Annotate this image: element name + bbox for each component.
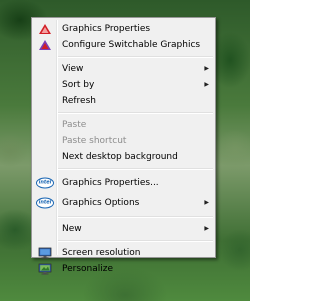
menu-item-graphics-properties-amd[interactable]: Graphics Properties: [32, 21, 215, 37]
amd-graphics-icon: [39, 24, 51, 34]
menu-item-label: Next desktop background: [62, 152, 178, 162]
menu-item-label: Paste shortcut: [62, 136, 127, 146]
monitor-icon: [38, 247, 52, 259]
menu-item-graphics-properties-intel[interactable]: intel Graphics Properties...: [32, 173, 215, 193]
menu-item-configure-switchable-graphics[interactable]: Configure Switchable Graphics: [32, 37, 215, 53]
menu-item-paste: Paste: [32, 117, 215, 133]
menu-item-screen-resolution[interactable]: Screen resolution: [32, 245, 215, 261]
menu-item-view[interactable]: View ▶: [32, 61, 215, 77]
intel-logo-icon: intel: [36, 177, 54, 189]
menu-item-label: New: [62, 224, 82, 234]
menu-item-label: View: [62, 64, 84, 74]
menu-item-personalize[interactable]: Personalize: [32, 261, 215, 277]
menu-item-refresh[interactable]: Refresh: [32, 93, 215, 109]
menu-separator: [58, 216, 213, 218]
menu-item-label: Screen resolution: [62, 248, 141, 258]
menu-item-sort-by[interactable]: Sort by ▶: [32, 77, 215, 93]
personalize-icon: [38, 263, 52, 275]
menu-separator: [58, 56, 213, 58]
menu-item-graphics-options[interactable]: intel Graphics Options ▶: [32, 193, 215, 213]
menu-item-new[interactable]: New ▶: [32, 221, 215, 237]
submenu-arrow-icon: ▶: [204, 225, 209, 232]
menu-item-label: Personalize: [62, 264, 114, 274]
menu-item-next-desktop-background[interactable]: Next desktop background: [32, 149, 215, 165]
menu-item-label: Refresh: [62, 96, 96, 106]
menu-separator: [58, 240, 213, 242]
menu-item-label: Graphics Options: [62, 198, 140, 208]
submenu-arrow-icon: ▶: [204, 81, 209, 88]
menu-item-label: Graphics Properties...: [62, 178, 159, 188]
menu-item-label: Graphics Properties: [62, 24, 151, 34]
intel-logo-icon: intel: [36, 197, 54, 209]
submenu-arrow-icon: ▶: [204, 65, 209, 72]
menu-separator: [58, 168, 213, 170]
menu-item-label: Paste: [62, 120, 87, 130]
switchable-graphics-icon: [39, 40, 51, 50]
submenu-arrow-icon: ▶: [204, 199, 209, 206]
menu-item-label: Sort by: [62, 80, 95, 90]
menu-item-paste-shortcut: Paste shortcut: [32, 133, 215, 149]
desktop-context-menu: Graphics Properties Configure Switchable…: [31, 17, 216, 275]
menu-item-label: Configure Switchable Graphics: [62, 40, 201, 50]
menu-separator: [58, 112, 213, 114]
